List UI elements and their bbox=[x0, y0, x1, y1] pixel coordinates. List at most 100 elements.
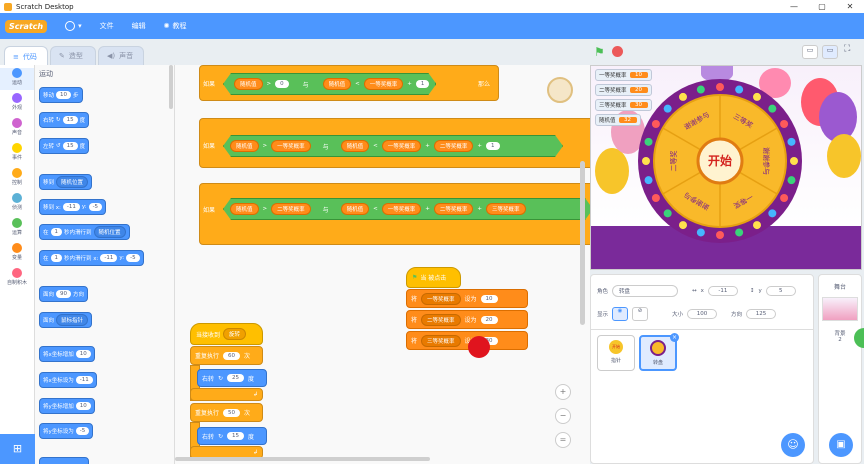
var-reporter[interactable]: 二等奖概率 bbox=[271, 203, 311, 215]
degrees-input[interactable]: 25 bbox=[227, 374, 245, 382]
block-input[interactable]: 15 bbox=[62, 142, 78, 150]
turn-right-block[interactable]: 右转 ↻ 15 度 bbox=[39, 112, 90, 128]
stage[interactable]: 三等奖 谢谢参与 一等奖 谢谢参与 二等奖 谢谢参与 开始 一等奖概率 10 二等奖概率 20 三… bbox=[590, 65, 862, 270]
category-item[interactable]: 变量 bbox=[0, 243, 34, 265]
block-input[interactable]: -11 bbox=[100, 254, 118, 262]
sprite-name-input[interactable]: 转盘 bbox=[612, 285, 679, 297]
tab-code[interactable]: ≡ 代码 bbox=[4, 46, 48, 66]
block-input[interactable]: 15 bbox=[62, 116, 78, 124]
variable-dropdown[interactable]: 三等奖概率 bbox=[421, 334, 461, 347]
block-dropdown[interactable]: 鼠标指针 bbox=[56, 314, 89, 326]
flyout-scrollbar[interactable] bbox=[169, 65, 173, 109]
point-direction-block[interactable]: 面向 90 方向 bbox=[39, 286, 89, 302]
set-x-block[interactable]: 将x坐标设为 -11 bbox=[39, 372, 97, 388]
var-reporter[interactable]: 随机值 bbox=[230, 140, 259, 152]
script-workspace[interactable]: 如果 随机值 > 0 与 随机值 < 一等奖概率 + 1 那么 如果 随机值 >… bbox=[175, 65, 590, 464]
tab-sounds[interactable]: ◀) 声音 bbox=[98, 46, 144, 66]
block-input[interactable]: -11 bbox=[75, 376, 93, 384]
variable-monitor[interactable]: 一等奖概率 10 bbox=[595, 69, 652, 81]
var-reporter[interactable]: 随机值 bbox=[341, 203, 370, 215]
variable-monitor[interactable]: 三等奖概率 30 bbox=[595, 99, 652, 111]
stop-button[interactable] bbox=[612, 46, 623, 57]
block-input[interactable]: -5 bbox=[88, 203, 103, 211]
change-x-block[interactable]: 将x坐标增加 10 bbox=[39, 346, 95, 362]
tab-costumes[interactable]: ✎ 造型 bbox=[50, 46, 96, 66]
category-item[interactable]: 侦测 bbox=[0, 193, 34, 215]
value-input[interactable]: 1 bbox=[416, 80, 430, 88]
var-reporter[interactable]: 一等奖概率 bbox=[364, 78, 404, 90]
block-input[interactable]: -5 bbox=[126, 254, 140, 262]
fullscreen-icon[interactable]: ⛶ bbox=[844, 44, 850, 54]
repeat-block-2[interactable]: 重复执行 50 次 bbox=[190, 403, 263, 422]
var-reporter[interactable]: 一等奖概率 bbox=[382, 140, 422, 152]
and-condition-1[interactable]: 随机值 > 0 与 随机值 < 一等奖概率 + 1 bbox=[223, 73, 436, 95]
green-flag-button[interactable]: ⚑ bbox=[594, 45, 605, 59]
set-variable-block[interactable]: 将一等奖概率 设为 10 bbox=[406, 289, 528, 308]
var-reporter[interactable]: 二等奖概率 bbox=[434, 203, 474, 215]
var-reporter[interactable]: 三等奖概率 bbox=[486, 203, 526, 215]
glide-to-block[interactable]: 在 1 秒内滑行到 随机位置 bbox=[39, 224, 130, 240]
add-sprite-button[interactable]: ☺ bbox=[781, 433, 805, 457]
when-flag-clicked-block[interactable]: ⚑ 当 被点击 bbox=[406, 267, 461, 288]
goto-xy-block[interactable]: 移到 x: -11 y: -5 bbox=[39, 199, 107, 215]
next-block[interactable] bbox=[39, 457, 89, 464]
zoom-out-button[interactable]: − bbox=[555, 408, 571, 424]
minimize-button[interactable]: — bbox=[780, 0, 808, 13]
block-input[interactable]: 10 bbox=[75, 350, 91, 358]
zoom-reset-button[interactable]: = bbox=[555, 432, 571, 448]
var-reporter[interactable]: 二等奖概率 bbox=[434, 140, 474, 152]
block-input[interactable]: 90 bbox=[56, 290, 72, 298]
category-item[interactable]: 自制积木 bbox=[0, 268, 34, 290]
sprite-y-input[interactable]: 5 bbox=[765, 286, 796, 296]
zoom-in-button[interactable]: + bbox=[555, 384, 571, 400]
turn-left-block[interactable]: 左转 ↺ 15 度 bbox=[39, 138, 90, 154]
value-input[interactable]: 20 bbox=[480, 315, 498, 324]
value-input[interactable]: 1 bbox=[486, 142, 500, 150]
glide-xy-block[interactable]: 在 1 秒内滑行到 x: -11 y: -5 bbox=[39, 250, 144, 266]
category-item[interactable]: 控制 bbox=[0, 168, 34, 190]
edit-menu[interactable]: 编辑 bbox=[132, 21, 146, 31]
set-variable-block[interactable]: 将二等奖概率 设为 20 bbox=[406, 310, 528, 329]
category-item[interactable]: 运算 bbox=[0, 218, 34, 240]
goto-block[interactable]: 移到 随机位置 bbox=[39, 174, 93, 190]
message-dropdown[interactable]: 旋转 bbox=[223, 328, 247, 340]
scratch-logo[interactable]: Scratch bbox=[5, 19, 48, 33]
variable-dropdown[interactable]: 一等奖概率 bbox=[421, 292, 461, 305]
block-input[interactable]: 1 bbox=[50, 228, 63, 236]
hide-button[interactable]: ⊘ bbox=[632, 307, 649, 321]
and-condition-3[interactable]: 随机值 > 二等奖概率 与 随机值 < 一等奖概率 + 二等奖概率 + 三等奖概… bbox=[223, 198, 590, 220]
variable-dropdown[interactable]: 二等奖概率 bbox=[421, 313, 461, 326]
block-input[interactable]: -11 bbox=[62, 203, 80, 211]
block-input[interactable]: -5 bbox=[75, 427, 90, 435]
block-dropdown[interactable]: 随机位置 bbox=[56, 176, 89, 188]
repeat-block-1[interactable]: 重复执行 60 次 bbox=[190, 346, 263, 365]
set-variable-block[interactable]: 将三等奖概率设为30 bbox=[406, 331, 528, 350]
set-y-block[interactable]: 将y坐标设为 -5 bbox=[39, 423, 94, 439]
var-reporter[interactable]: 随机值 bbox=[234, 78, 263, 90]
value-input[interactable]: 0 bbox=[275, 80, 289, 88]
category-item[interactable]: 运动 bbox=[0, 68, 34, 90]
show-visible-button[interactable]: ◉ bbox=[612, 307, 629, 321]
var-reporter[interactable]: 随机值 bbox=[230, 203, 259, 215]
repeat-count-input[interactable]: 60 bbox=[223, 351, 241, 360]
large-stage-button[interactable]: ▭ bbox=[822, 45, 838, 59]
var-reporter[interactable]: 随机值 bbox=[341, 140, 370, 152]
sprite-thumb-wheel[interactable]: 转盘 × bbox=[639, 333, 679, 371]
block-dropdown[interactable]: 随机位置 bbox=[93, 226, 126, 238]
small-stage-button[interactable]: ▭ bbox=[802, 45, 818, 59]
category-item[interactable]: 声音 bbox=[0, 118, 34, 140]
value-input[interactable]: 10 bbox=[480, 294, 498, 303]
block-input[interactable]: 1 bbox=[50, 254, 63, 262]
turn-right-block-2[interactable]: 右转 ↻ 15 度 bbox=[197, 427, 267, 445]
degrees-input[interactable]: 15 bbox=[227, 432, 245, 440]
stage-target-pane[interactable]: 舞台 背景 2 ▣ bbox=[818, 274, 862, 464]
tutorials-menu[interactable]: ✺ 教程 bbox=[164, 21, 187, 31]
workspace-horizontal-scrollbar[interactable] bbox=[175, 457, 430, 461]
var-reporter[interactable]: 随机值 bbox=[323, 78, 352, 90]
and-condition-2[interactable]: 随机值 > 一等奖概率 与 随机值 < 一等奖概率 + 二等奖概率 + 1 bbox=[223, 135, 563, 157]
add-extension-button[interactable]: ⊞ bbox=[0, 434, 35, 464]
variable-monitor[interactable]: 随机值 32 bbox=[595, 114, 641, 126]
move-steps-block[interactable]: 移动 10 步 bbox=[39, 87, 83, 103]
sprite-x-input[interactable]: -11 bbox=[707, 286, 738, 296]
var-reporter[interactable]: 一等奖概率 bbox=[382, 203, 422, 215]
